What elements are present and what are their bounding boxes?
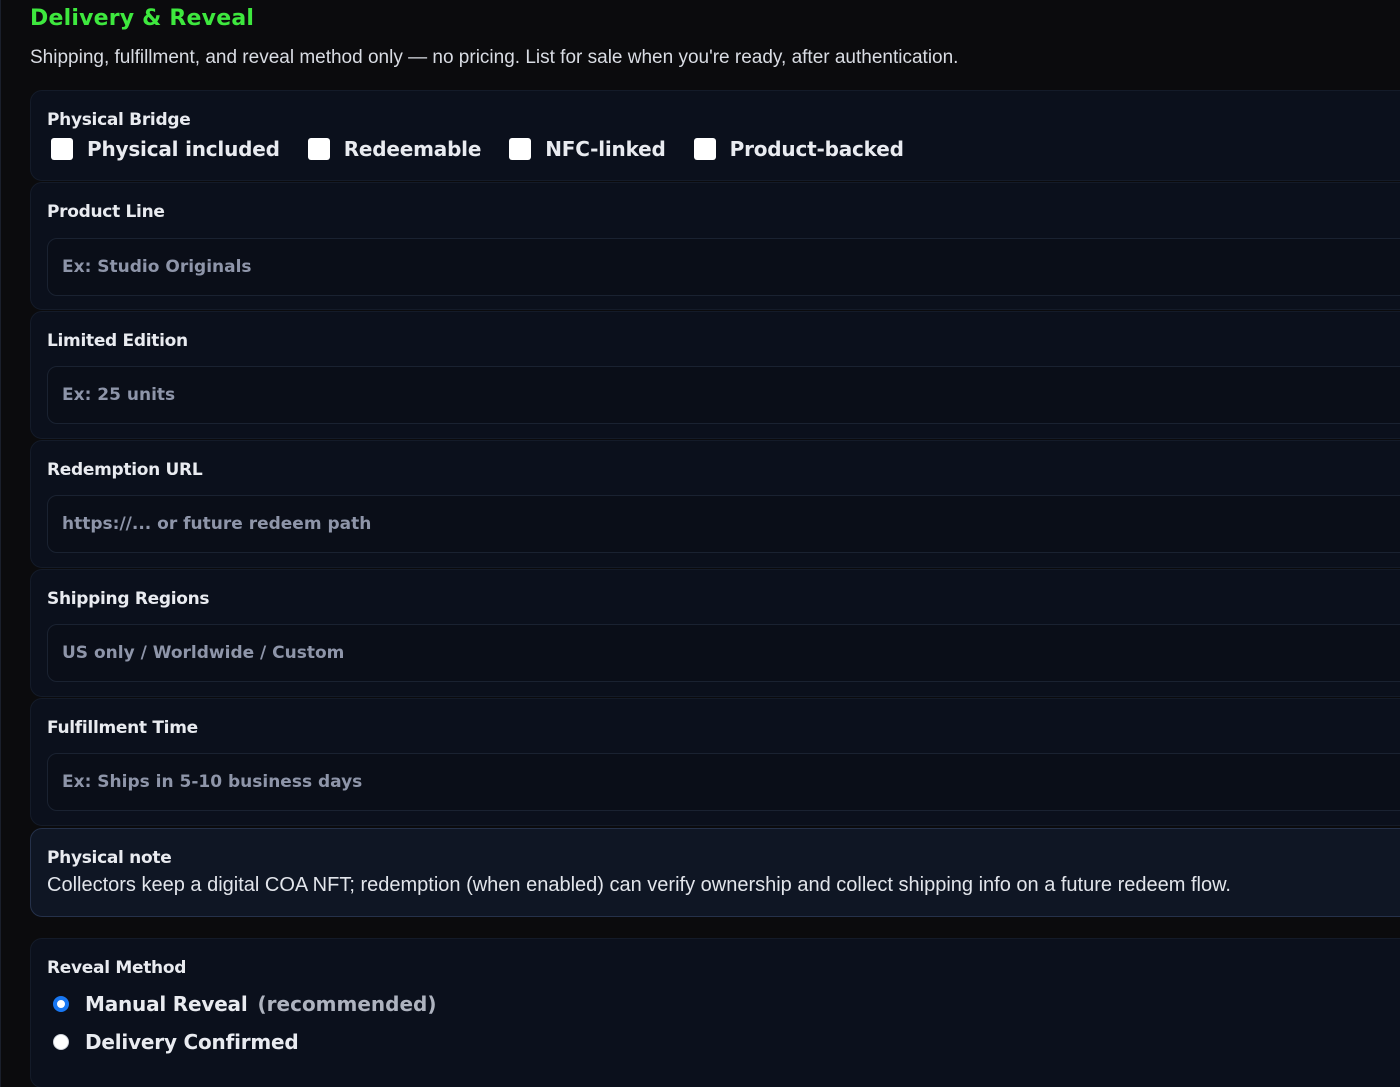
reveal-method-card: Reveal Method Manual Reveal (recommended…: [30, 938, 1400, 1087]
recommended-hint: (recommended): [257, 992, 437, 1016]
physical-note-label: Physical note: [47, 848, 172, 868]
checkbox-box[interactable]: [51, 138, 73, 160]
limited-edition-card: Limited Edition: [30, 311, 1400, 439]
radio-label: Manual Reveal: [85, 992, 248, 1016]
section-title: Delivery & Reveal: [30, 6, 255, 31]
checkbox-label: Physical included: [87, 137, 280, 161]
redemption-url-label: Redemption URL: [47, 460, 203, 480]
physical-note-card: Physical note Collectors keep a digital …: [30, 828, 1400, 917]
radio-button[interactable]: [53, 1034, 69, 1050]
radio-delivery-confirmed[interactable]: Delivery Confirmed: [53, 1030, 299, 1054]
checkbox-redeemable[interactable]: Redeemable: [307, 137, 482, 161]
redemption-url-input[interactable]: [47, 495, 1400, 553]
limited-edition-input[interactable]: [47, 366, 1400, 424]
shipping-regions-input[interactable]: [47, 624, 1400, 682]
checkbox-physical-included[interactable]: Physical included: [51, 137, 280, 161]
checkbox-label: Redeemable: [343, 137, 482, 161]
radio-button-selected[interactable]: [53, 996, 69, 1012]
shipping-regions-label: Shipping Regions: [47, 589, 210, 609]
physical-note-text: Collectors keep a digital COA NFT; redem…: [47, 874, 1231, 896]
delivery-reveal-page: Delivery & Reveal Shipping, fulfillment,…: [0, 0, 1400, 1087]
checkbox-label: NFC-linked: [545, 137, 666, 161]
product-line-input[interactable]: [47, 238, 1400, 296]
physical-bridge-card: Physical Bridge Physical included Redeem…: [30, 90, 1400, 181]
section-subtitle: Shipping, fulfillment, and reveal method…: [30, 47, 959, 68]
checkbox-product-backed[interactable]: Product-backed: [693, 137, 904, 161]
physical-bridge-options: Physical included Redeemable NFC-linked …: [51, 136, 932, 162]
shipping-regions-card: Shipping Regions: [30, 569, 1400, 697]
radio-label: Delivery Confirmed: [85, 1030, 299, 1054]
limited-edition-label: Limited Edition: [47, 331, 188, 351]
physical-bridge-label: Physical Bridge: [47, 110, 191, 130]
reveal-method-label: Reveal Method: [47, 958, 187, 978]
checkbox-box[interactable]: [693, 138, 716, 160]
radio-manual-reveal[interactable]: Manual Reveal (recommended): [53, 992, 437, 1016]
checkbox-label: Product-backed: [729, 137, 904, 161]
checkbox-box[interactable]: [307, 138, 330, 160]
fulfillment-time-label: Fulfillment Time: [47, 718, 198, 738]
checkbox-nfc-linked[interactable]: NFC-linked: [509, 137, 666, 161]
fulfillment-time-card: Fulfillment Time: [30, 698, 1400, 826]
checkbox-box[interactable]: [509, 138, 532, 160]
fulfillment-time-input[interactable]: [47, 753, 1400, 811]
redemption-url-card: Redemption URL: [30, 440, 1400, 568]
product-line-card: Product Line: [30, 182, 1400, 310]
product-line-label: Product Line: [47, 202, 165, 222]
